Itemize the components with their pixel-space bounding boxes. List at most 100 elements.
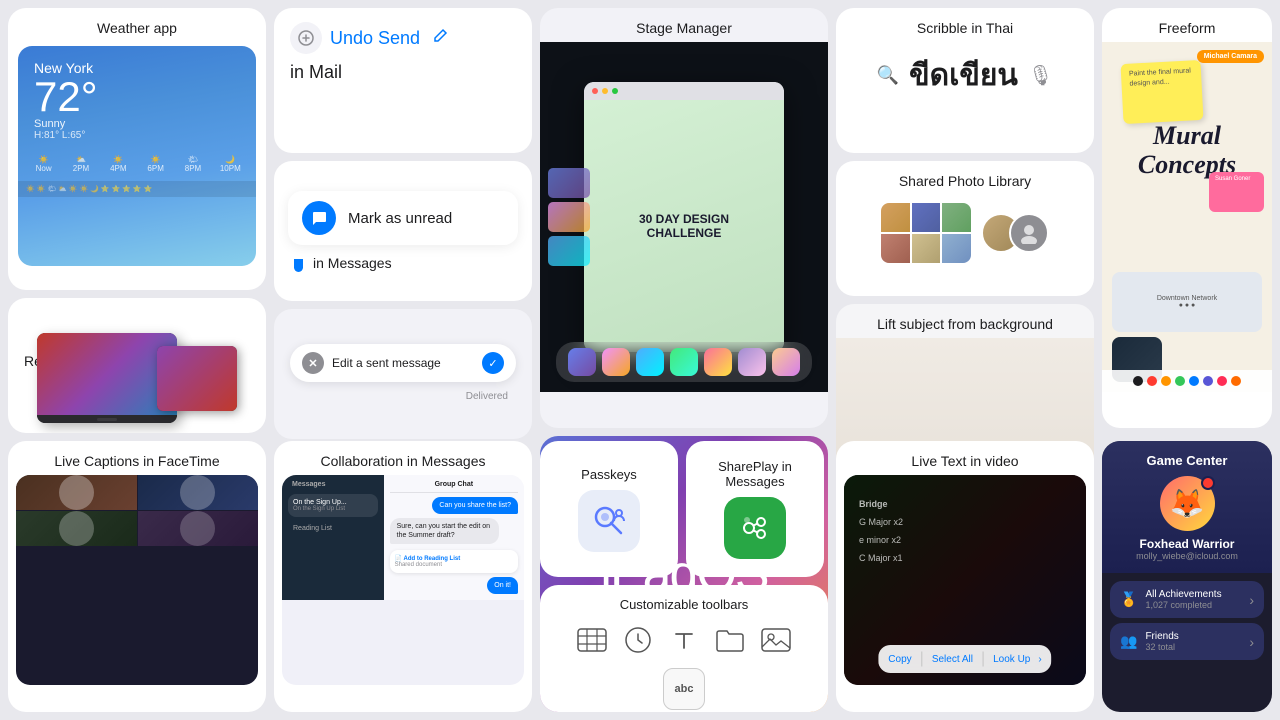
- passkeys-tile: Passkeys: [540, 441, 678, 577]
- achievements-label: All Achievements: [1145, 589, 1241, 600]
- x-button[interactable]: ✕: [302, 352, 324, 374]
- gc-avatar-container: 🦊: [1160, 476, 1215, 531]
- stage-main-window: 30 DAY DESIGNCHALLENGE: [584, 82, 784, 352]
- shared-preview: [836, 195, 1094, 271]
- compose-icon: [290, 22, 322, 54]
- gc-notification-badge: [1201, 476, 1215, 490]
- monitor: [157, 346, 237, 411]
- thumb-3: [548, 236, 590, 266]
- facetime-cell-1: [16, 475, 137, 510]
- gc-email: molly_wiebe@icloud.com: [1136, 551, 1238, 561]
- gc-title: Game Center: [1147, 453, 1228, 468]
- freeform-title: Freeform: [1102, 8, 1272, 42]
- thumb-1: [548, 168, 590, 198]
- undo-tile: Undo Send in Mail: [274, 8, 532, 153]
- check-button[interactable]: ✓: [482, 352, 504, 374]
- weather-tile: Weather app New York 72° Sunny H:81° L:6…: [8, 8, 266, 290]
- scribble-tile: Scribble in Thai 🔍 ขีดเขียน 🎙: [836, 8, 1094, 153]
- scribble-title: Scribble in Thai: [836, 8, 1094, 42]
- search-icon: 🔍: [877, 65, 899, 86]
- passkeys-title: Passkeys: [581, 467, 637, 482]
- gc-menu: 🏅 All Achievements 1,027 completed › 👥 F…: [1102, 573, 1272, 668]
- gc-header: Game Center 🦊 Foxhead Warrior molly_wieb…: [1102, 441, 1272, 573]
- stage-design-text: 30 DAY DESIGNCHALLENGE: [639, 212, 729, 241]
- achievements-count: 1,027 completed: [1145, 600, 1241, 610]
- achievement-icon: 🏅: [1120, 591, 1137, 608]
- live-text-title: Live Text in video: [836, 441, 1094, 475]
- gc-achievements-item[interactable]: 🏅 All Achievements 1,027 completed ›: [1110, 581, 1264, 618]
- passkeys-icon: [578, 490, 640, 552]
- blue-dot: [294, 259, 303, 268]
- freeform-canvas-text: MuralConcepts: [1112, 122, 1262, 179]
- shared-users: [981, 213, 1049, 253]
- shareplay-icon: [724, 497, 786, 559]
- weather-desc: Sunny: [34, 118, 240, 130]
- table-icon: [574, 622, 610, 658]
- shareplay-title: SharePlay in Messages: [698, 459, 812, 489]
- in-messages-label: in Messages: [313, 255, 392, 271]
- lift-title: Lift subject from background: [836, 304, 1094, 338]
- facetime-cell-2: [138, 475, 259, 510]
- freeform-canvas: Paint the final mural design and... Mich…: [1102, 42, 1272, 392]
- weather-temp: 72°: [34, 76, 240, 118]
- weather-preview: New York 72° Sunny H:81° L:65° ☀️Now ⛅2P…: [18, 46, 256, 266]
- shared-photo-title: Shared Photo Library: [836, 161, 1094, 195]
- stage-preview: 30 DAY DESIGNCHALLENGE: [540, 42, 828, 392]
- folder-icon: [712, 622, 748, 658]
- text-icon: [666, 622, 702, 658]
- facetime-preview: [16, 475, 258, 685]
- toolbars-tile: Customizable toolbars: [540, 585, 828, 712]
- achievements-arrow: ›: [1249, 592, 1254, 608]
- copy-label[interactable]: Copy: [888, 654, 911, 665]
- select-all-label[interactable]: Select All: [932, 654, 973, 665]
- photo-mosaic: [881, 203, 971, 263]
- mark-unread-row[interactable]: Mark as unread: [288, 191, 518, 245]
- thumb-2: [548, 202, 590, 232]
- livetext-context-menu[interactable]: Copy | Select All | Look Up ›: [878, 645, 1051, 673]
- stage-title: Stage Manager: [540, 8, 828, 42]
- facetime-cell-4: [138, 511, 259, 546]
- reference-mode-tile: Reference mode: [8, 298, 266, 433]
- live-text-video-tile: Live Text in video Bridge G Major x2 e m…: [836, 441, 1094, 712]
- friends-arrow: ›: [1249, 634, 1254, 650]
- avatar-2: [1009, 213, 1049, 253]
- mark-unread-tile: Mark as unread in Messages: [274, 161, 532, 301]
- freeform-toolbar: [1102, 370, 1272, 392]
- gc-username: Foxhead Warrior: [1140, 537, 1235, 551]
- undo-label[interactable]: Undo Send: [330, 28, 420, 49]
- edit-message-tile: ✕ Edit a sent message ✓ Delivered: [274, 309, 532, 439]
- weather-hilo: H:81° L:65°: [34, 130, 240, 141]
- collab-messages-tile: Collaboration in Messages Messages On th…: [274, 441, 532, 712]
- collab-badge: Michael Camara: [1197, 50, 1264, 63]
- live-text-preview: Bridge G Major x2 e minor x2 C Major x1 …: [844, 475, 1086, 685]
- stage-manager-tile: Stage Manager: [540, 8, 828, 428]
- facetime-cell-3: [16, 511, 137, 546]
- clock-icon: [620, 622, 656, 658]
- look-up-label[interactable]: Look Up: [993, 654, 1030, 665]
- edit-input[interactable]: Edit a sent message: [332, 356, 474, 370]
- gamecenter-tile: Game Center 🦊 Foxhead Warrior molly_wieb…: [1102, 441, 1272, 712]
- in-mail-label: in Mail: [290, 62, 342, 82]
- thai-text: ขีดเขียน: [909, 52, 1018, 99]
- main-layout: Weather app New York 72° Sunny H:81° L:6…: [0, 0, 1280, 720]
- weather-forecast: ☀️Now ⛅2PM ☀️4PM ☀️6PM 🌤8PM 🌙10PM: [18, 155, 256, 181]
- toolbar-icons: abc: [552, 622, 816, 710]
- edit-icon: [432, 28, 448, 49]
- gc-friends-item[interactable]: 👥 Friends 32 total ›: [1110, 623, 1264, 660]
- delivered-text: Delivered: [466, 391, 508, 402]
- laptop: [37, 333, 177, 423]
- scribble-content: 🔍 ขีดเขียน 🎙: [836, 42, 1094, 109]
- collab-title: Collaboration in Messages: [274, 441, 532, 475]
- abc-icon: abc: [663, 668, 705, 710]
- shareplay-tile: SharePlay in Messages: [686, 441, 824, 577]
- in-messages-row: in Messages: [288, 255, 518, 271]
- live-captions-tile: Live Captions in FaceTime: [8, 441, 266, 712]
- photo-icon: [758, 622, 794, 658]
- friends-label: Friends: [1145, 631, 1241, 642]
- friends-icon: 👥: [1120, 633, 1137, 650]
- shared-photo-tile: Shared Photo Library: [836, 161, 1094, 296]
- mic-icon: 🎙: [1028, 63, 1053, 88]
- edit-message-row[interactable]: ✕ Edit a sent message ✓: [290, 344, 516, 382]
- friends-count: 32 total: [1145, 642, 1241, 652]
- message-icon: [302, 201, 336, 235]
